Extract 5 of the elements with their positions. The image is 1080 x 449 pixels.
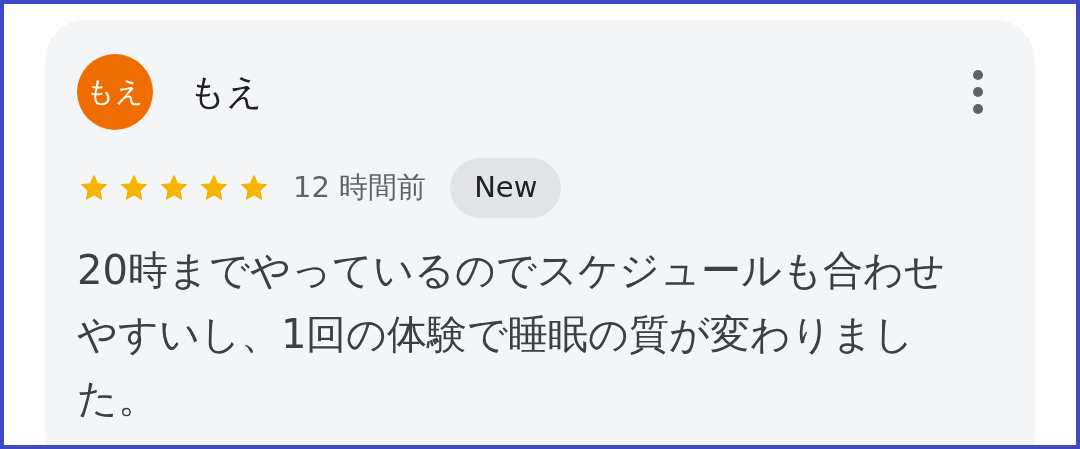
avatar: もえ	[77, 54, 153, 130]
review-time: 12 時間前	[293, 169, 427, 206]
reviewer-name: もえ	[189, 70, 263, 114]
review-text: 20時までやっているのでスケジュールも合わせやすいし、1回の体験で睡眠の質が変わりました。	[77, 245, 946, 423]
new-badge: New	[450, 158, 562, 218]
